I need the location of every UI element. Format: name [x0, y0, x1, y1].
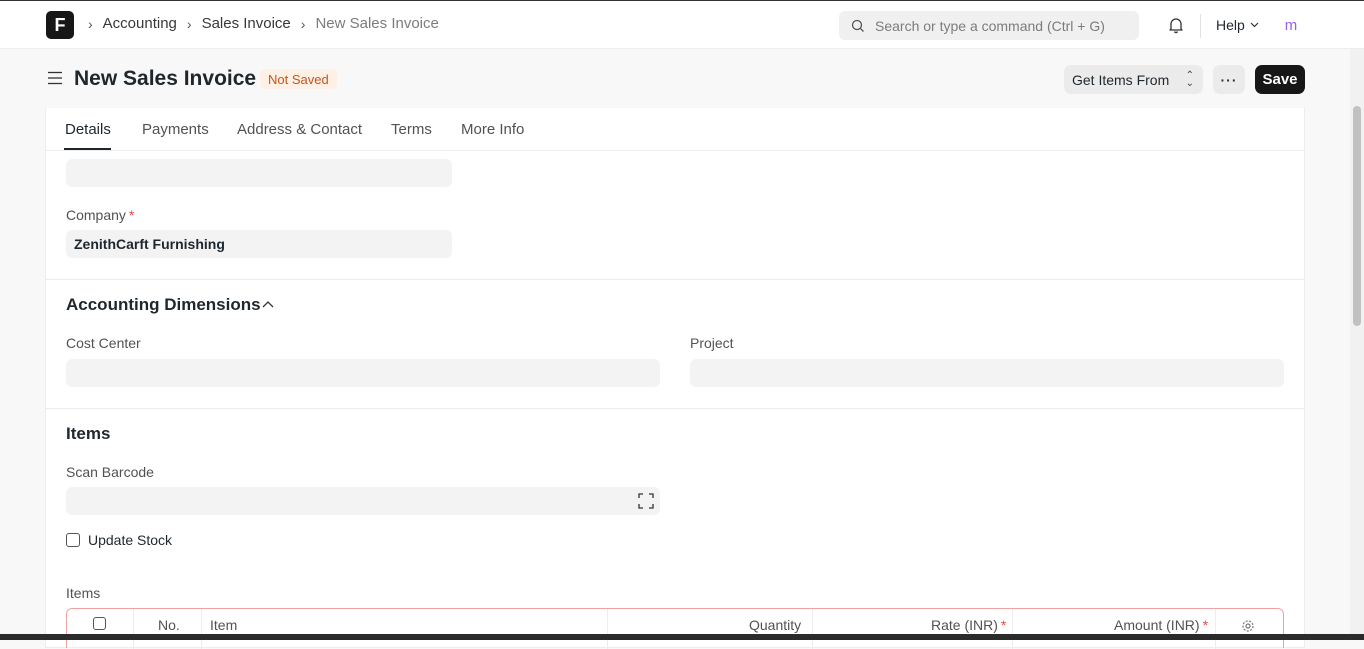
navbar: F › Accounting › Sales Invoice › New Sal… — [0, 0, 1364, 49]
column-header-amount: Amount (INR) * — [1114, 617, 1209, 633]
search-placeholder: Search or type a command (Ctrl + G) — [875, 17, 1105, 34]
avatar[interactable]: m — [1281, 15, 1301, 35]
company-field[interactable]: ZenithCarft Furnishing — [66, 230, 452, 258]
more-actions-button[interactable]: ··· — [1213, 65, 1245, 94]
scan-barcode-field[interactable] — [66, 487, 660, 515]
company-value: ZenithCarft Furnishing — [74, 236, 225, 252]
help-label: Help — [1216, 17, 1245, 33]
column-header-rate: Rate (INR) * — [931, 617, 1007, 633]
project-field[interactable] — [690, 359, 1284, 387]
search-input[interactable]: Search or type a command (Ctrl + G) — [839, 11, 1139, 40]
project-label: Project — [690, 335, 734, 351]
items-section-title: Items — [66, 424, 111, 443]
scan-barcode-icon[interactable] — [638, 493, 654, 509]
column-header-item: Item — [210, 617, 238, 633]
column-divider — [812, 609, 813, 649]
items-table-header: No. Item Quantity Rate (INR) * Amount (IN… — [66, 608, 1284, 649]
column-header-no: No. — [158, 617, 180, 633]
chevron-right-icon: › — [300, 15, 306, 32]
breadcrumb-new-sales-invoice: New Sales Invoice — [315, 15, 439, 32]
select-caret-icon: ⌃ ⌄ — [1185, 70, 1194, 89]
chevron-up-icon[interactable] — [262, 300, 274, 308]
tab-payments[interactable]: Payments — [142, 121, 209, 138]
scrollbar-thumb[interactable] — [1353, 106, 1361, 326]
help-dropdown[interactable]: Help — [1216, 17, 1259, 33]
column-divider — [607, 609, 608, 649]
section-divider — [46, 408, 1304, 409]
page-scrollbar[interactable] — [1350, 49, 1364, 640]
column-divider — [133, 609, 134, 649]
taskbar-strip — [0, 634, 1364, 640]
chevron-right-icon: › — [88, 15, 93, 32]
section-divider — [46, 279, 1304, 280]
form-tabs: Details Payments Address & Contact Terms… — [46, 108, 1304, 151]
gear-icon[interactable] — [1241, 619, 1255, 633]
unlabeled-field[interactable] — [66, 159, 452, 187]
chevron-right-icon: › — [186, 15, 192, 32]
page-header: New Sales Invoice Not Saved Get Items Fr… — [0, 50, 1364, 108]
breadcrumb-sales-invoice[interactable]: Sales Invoice — [202, 15, 291, 32]
column-header-quantity: Quantity — [749, 617, 802, 633]
tab-address-contact[interactable]: Address & Contact — [237, 121, 362, 138]
tab-more-info[interactable]: More Info — [461, 121, 524, 138]
update-stock-label[interactable]: Update Stock — [88, 532, 172, 548]
cost-center-field[interactable] — [66, 359, 660, 387]
form-card: Details Payments Address & Contact Terms… — [45, 108, 1305, 649]
sidebar-toggle-icon[interactable] — [47, 71, 63, 85]
app-logo[interactable]: F — [46, 11, 74, 39]
active-tab-indicator — [64, 148, 111, 150]
get-items-from-button[interactable]: Get Items From ⌃ ⌄ — [1064, 65, 1203, 94]
breadcrumb-accounting[interactable]: Accounting — [103, 15, 177, 32]
tab-terms[interactable]: Terms — [391, 121, 432, 138]
save-button[interactable]: Save — [1255, 65, 1305, 94]
required-marker: * — [1202, 617, 1209, 633]
tab-details[interactable]: Details — [65, 121, 111, 138]
column-divider — [1215, 609, 1216, 649]
update-stock-checkbox[interactable] — [66, 533, 80, 547]
required-marker: * — [1000, 617, 1007, 633]
select-all-checkbox[interactable] — [93, 617, 106, 630]
items-table-label: Items — [66, 585, 101, 601]
bell-icon[interactable] — [1167, 16, 1185, 34]
search-icon — [851, 19, 864, 32]
status-badge: Not Saved — [260, 69, 337, 89]
chevron-down-icon — [1250, 22, 1259, 28]
cost-center-label: Cost Center — [66, 335, 141, 351]
get-items-from-label: Get Items From — [1072, 71, 1170, 88]
breadcrumb: › Accounting › Sales Invoice › New Sales… — [88, 15, 439, 32]
column-divider — [1012, 609, 1013, 649]
required-marker: * — [128, 207, 135, 223]
divider — [1200, 14, 1201, 38]
scan-barcode-label: Scan Barcode — [66, 464, 154, 480]
column-divider — [201, 609, 202, 649]
accounting-dimensions-title[interactable]: Accounting Dimensions — [66, 295, 261, 315]
company-label: Company * — [66, 207, 135, 223]
page-title: New Sales Invoice — [74, 67, 257, 90]
